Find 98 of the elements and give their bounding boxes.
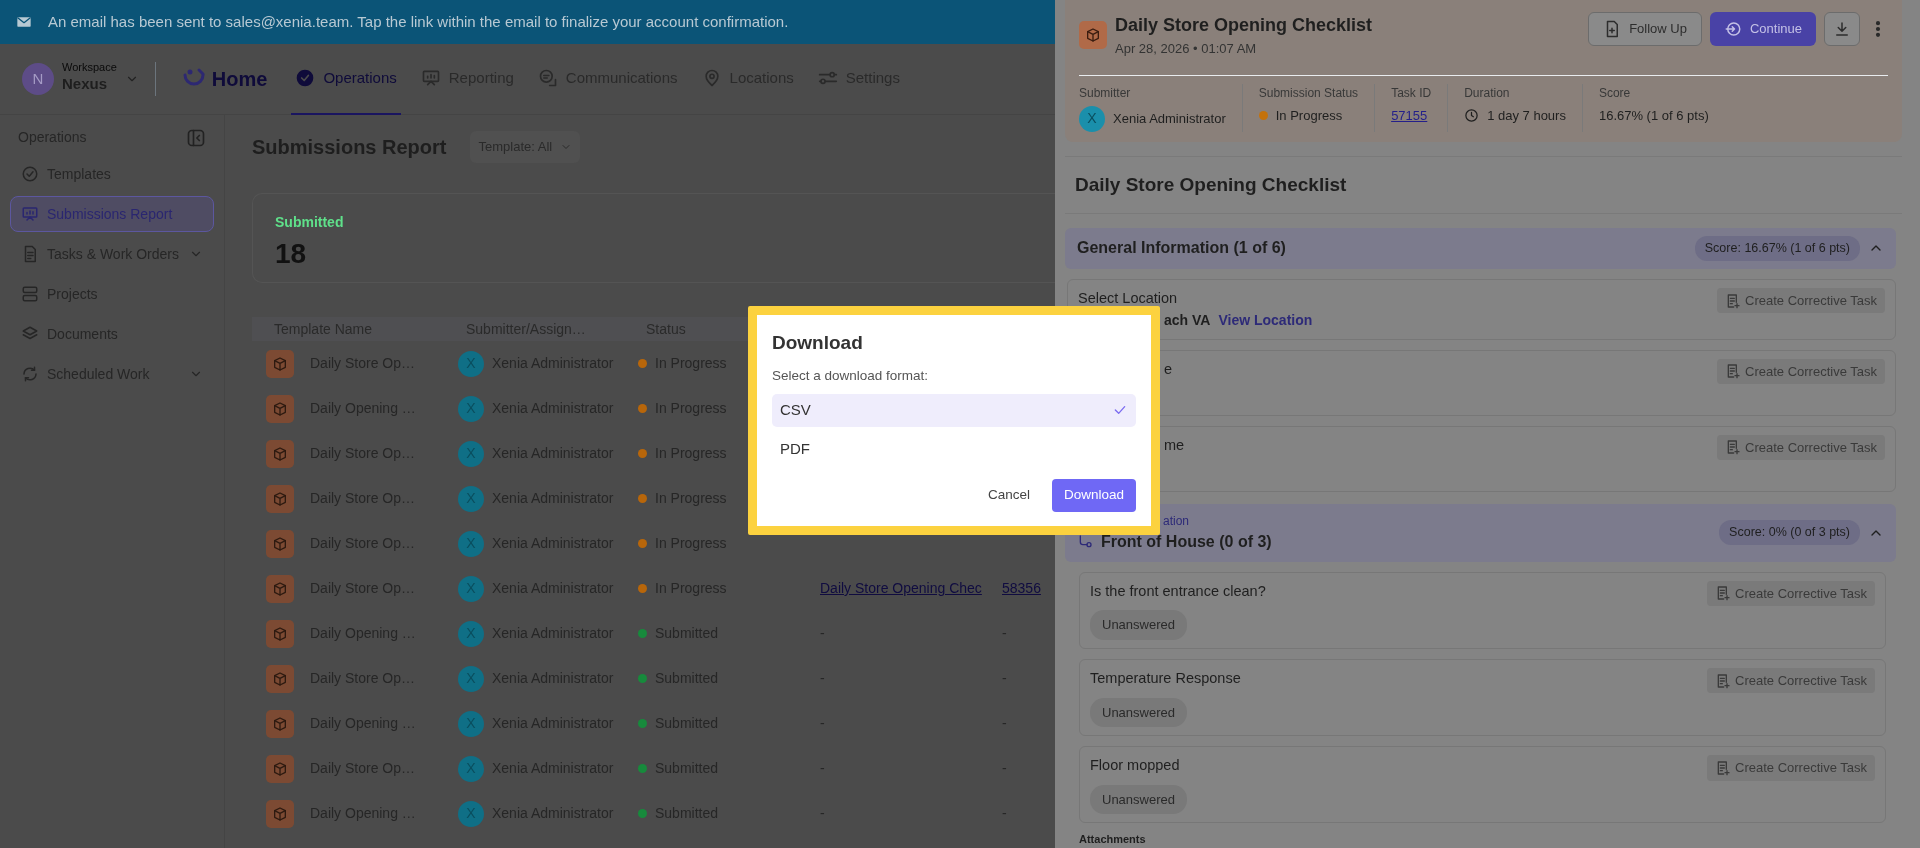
presentation-icon [21,205,39,223]
table-cell: - [820,760,825,776]
cube-icon [272,760,288,777]
format-option[interactable]: PDF [772,432,1136,466]
table-cell: - [1002,715,1007,731]
clock-icon [1464,107,1480,123]
section-caption: ation [1163,512,1191,530]
presentation-icon [420,68,441,88]
answer-text: ach VA [1164,310,1211,330]
cube-icon [1085,27,1101,44]
check-circle-icon [295,68,316,88]
section-header[interactable]: General Information (1 of 6) Score: 16.67% (1 of 6 pts) [1065,228,1896,269]
cancel-button[interactable]: Cancel [981,484,1036,507]
stat-value: 18 [275,237,308,271]
cube-icon [272,490,288,507]
section-title: General Information (1 of 6) [1077,238,1286,259]
score-pill: Score: 16.67% (1 of 6 pts) [1694,236,1860,261]
meta-label: Score [1598,84,1632,102]
meta-label: Duration [1464,84,1511,102]
score-pill: Score: 0% (0 of 3 pts) [1719,520,1860,545]
user-avatar: X [1079,105,1105,132]
answer-chip: Unanswered [1090,697,1187,727]
answer-chip: Unanswered [1090,784,1187,815]
cube-icon [272,400,288,417]
task-icon [1725,292,1741,309]
create-corrective-task-button[interactable]: Create Corrective Task [1707,580,1875,606]
question-text: me [1164,435,1185,455]
table-cell: - [820,805,825,821]
create-corrective-task-button[interactable]: Create Corrective Task [1717,358,1885,384]
checklist-heading: Daily Store Opening Checklist [1065,155,1902,214]
table-cell: - [820,625,825,641]
cube-icon [272,535,288,552]
nav-tab[interactable]: Operations [291,43,401,115]
banner-message: An email has been sent to sales@xenia.team. Tap the link within the email to finalize your account confirmation. [48,11,789,32]
table-cell: - [820,715,825,731]
task-id-link[interactable]: 58356 [1002,580,1041,596]
create-corrective-task-button[interactable]: Create Corrective Task [1717,434,1885,460]
cube-icon [272,445,288,462]
submission-date: Apr 28, 2026 • 01:07 AM [1115,40,1258,58]
task-id-link[interactable]: 57155 [1391,105,1428,125]
section-header[interactable]: ation Front of House (0 of 3) Score: 0% (0 of 3 pts) [1065,503,1896,562]
chat-icon [537,68,558,88]
cube-icon [272,715,288,732]
home-link[interactable]: Home [211,64,268,94]
dialog-prompt: Select a download format: [772,366,930,385]
stack-icon [21,285,39,303]
cycle-icon [21,365,39,383]
download-icon [1833,20,1851,38]
answer-chip: Unanswered [1090,610,1187,640]
task-icon [1725,363,1741,380]
cube-icon [272,805,288,822]
meta-value: 1 day 7 hours [1487,106,1566,125]
meta-label: Task ID [1391,84,1432,102]
table-cell: - [820,670,825,686]
enter-icon [1723,20,1742,38]
workspace-avatar: N [22,63,54,95]
download-confirm-button[interactable]: Download [1051,479,1136,512]
question-text: Select Location [1078,288,1179,308]
drawer-title: Daily Store Opening Checklist [1115,14,1373,37]
branch-icon [1077,533,1093,550]
dialog-title: Download [772,331,864,355]
meta-label: Submitter [1079,84,1132,102]
check-circle-icon [21,165,39,183]
task-icon [1715,672,1731,689]
task-icon [1715,759,1731,776]
table-cell: - [1002,760,1007,776]
create-corrective-task-button[interactable]: Create Corrective Task [1717,287,1885,314]
cube-icon [272,670,288,687]
download-button[interactable] [1824,12,1860,46]
table-cell: - [1002,805,1007,821]
mail-icon [16,14,32,30]
view-location-link[interactable]: View Location [1218,309,1313,331]
create-corrective-task-button[interactable]: Create Corrective Task [1707,667,1875,694]
meta-label: Submission Status [1258,84,1359,102]
attachments-label: Attachments [1079,832,1147,848]
task-icon [1725,439,1741,456]
task-icon [1715,585,1731,602]
question-text: Floor mopped [1090,756,1181,775]
cube-icon [272,355,288,372]
meta-value: In Progress [1275,106,1343,125]
collapse-sidebar-icon[interactable] [186,127,206,148]
question-text: Temperature Response [1090,668,1241,688]
create-corrective-task-button[interactable]: Create Corrective Task [1707,755,1875,781]
question-text: Is the front entrance clean? [1090,581,1266,601]
continue-button[interactable]: Continue [1709,12,1816,46]
meta-value: Xenia Administrator [1113,109,1226,128]
workspace-label: Workspace [62,62,117,74]
question-text: e [1164,359,1173,379]
cube-icon [272,580,288,597]
follow-up-button[interactable]: Follow Up [1588,12,1702,46]
cube-icon [272,625,288,642]
table-cell: - [1002,670,1007,686]
stat-label: Submitted [275,213,345,232]
format-option[interactable]: CSV [772,393,1136,427]
checklist-link[interactable]: Daily Store Opening Chec [820,580,982,596]
meta-value: 16.67% (1 of 6 pts) [1598,106,1709,125]
table-cell: - [1002,625,1007,641]
section-title: Front of House (0 of 3) [1101,531,1272,552]
